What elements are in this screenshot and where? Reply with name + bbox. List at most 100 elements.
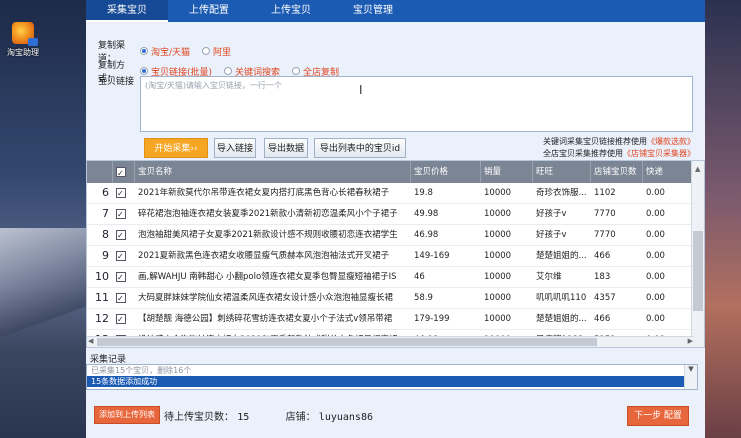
row-number: 9 xyxy=(102,249,109,262)
log-list: 已采集15个宝贝，删除16个 15条数据添加成功 ▼ xyxy=(86,364,698,390)
product-shop-count: 4357 xyxy=(594,293,616,303)
product-sales: 10000 xyxy=(484,230,512,240)
hint-keyword-link[interactable]: 《爆款选款》 xyxy=(647,137,695,146)
table-hscrollbar[interactable]: ◀ ▶ xyxy=(87,336,694,347)
desktop-right xyxy=(705,0,741,438)
table-row[interactable]: 9 2021夏新款黑色连衣裙女收腰显瘦气质赫本风泡泡袖法式开叉裙子 149-169 1… xyxy=(87,246,704,267)
text-cursor-icon: I xyxy=(359,83,363,97)
checkbox-checked-icon[interactable] xyxy=(116,289,126,308)
export-ids-button[interactable]: 导出列表中的宝贝id xyxy=(314,138,406,158)
log-line[interactable]: 已采集15个宝贝，删除16个 xyxy=(87,365,697,376)
header-price[interactable]: 宝贝价格 xyxy=(411,161,481,183)
product-name: 2021夏新款黑色连衣裙女收腰显瘦气质赫本风泡泡袖法式开叉裙子 xyxy=(138,251,390,261)
checkbox-checked-icon[interactable] xyxy=(116,184,126,203)
header-wangwang[interactable]: 旺旺 xyxy=(533,161,591,183)
table-row[interactable]: 11 大码夏胖妹妹学院仙女裙温柔风连衣裙女设计感小众泡泡袖显瘦长裙 58.9 1000… xyxy=(87,288,704,309)
product-shipping: 0.00 xyxy=(646,314,665,324)
link-label-row: 宝贝链接 xyxy=(98,74,140,87)
table-row[interactable]: 6 2021年新款莫代尔吊带连衣裙女夏内搭打底黑色背心长裙春秋裙子 19.8 1000… xyxy=(87,183,704,204)
header-sales[interactable]: 销量 xyxy=(481,161,533,183)
product-price: 19.8 xyxy=(414,188,433,198)
tab-upload[interactable]: 上传宝贝 xyxy=(250,0,332,22)
radio-dot-icon xyxy=(140,47,148,55)
row-checkbox[interactable] xyxy=(113,288,135,308)
product-shipping: 0.00 xyxy=(646,293,665,303)
tab-upload-config[interactable]: 上传配置 xyxy=(168,0,250,22)
radio-dot-icon xyxy=(140,67,148,75)
product-price: 49.98 xyxy=(414,209,439,219)
radio-dot-icon xyxy=(292,67,301,75)
radio-dot-icon xyxy=(202,47,211,55)
row-checkbox[interactable] xyxy=(113,246,135,266)
table-hscroll-thumb[interactable] xyxy=(97,338,597,346)
checkbox-checked-icon[interactable] xyxy=(116,205,126,224)
header-shipping[interactable]: 快递 xyxy=(643,161,692,183)
app-shortcut-icon xyxy=(12,22,38,46)
scroll-up-icon[interactable]: ▲ xyxy=(695,165,700,173)
import-links-button[interactable]: 导入链接 xyxy=(214,138,256,158)
product-shop-count: 1102 xyxy=(594,188,616,198)
checkbox-checked-icon[interactable] xyxy=(116,268,126,287)
link-label: 宝贝链接 xyxy=(98,77,135,87)
table-row[interactable]: 10 画,解WAHJU 南韩甜心 小翻polo领连衣裙女夏季包臀显瘦短袖裙子IS 4… xyxy=(87,267,704,288)
product-wangwang: 好孩子v xyxy=(536,209,567,219)
log-scrollbar[interactable]: ▼ xyxy=(684,365,697,389)
link-placeholder: (淘宝/天猫)请输入宝贝链接，一行一个 xyxy=(145,81,282,90)
checkbox-checked-icon[interactable] xyxy=(116,247,126,266)
start-collect-button[interactable]: 开始采集›› xyxy=(144,138,208,158)
table-row[interactable]: 12 【胡楚靓 海德公园】刺绣碎花雪纺连衣裙女夏小个子法式v领吊带裙 179-199… xyxy=(87,309,704,330)
export-data-button[interactable]: 导出数据 xyxy=(264,138,308,158)
header-name[interactable]: 宝贝名称 xyxy=(135,161,411,183)
table-vscrollbar[interactable]: ▲ xyxy=(691,161,704,347)
scroll-right-icon[interactable]: ▶ xyxy=(688,337,693,345)
top-nav: 采集宝贝 上传配置 上传宝贝 宝贝管理 xyxy=(86,0,705,22)
product-shipping: 0.00 xyxy=(646,230,665,240)
header-num xyxy=(87,161,113,183)
product-price: 179-199 xyxy=(414,314,450,324)
table-header: 宝贝名称 宝贝价格 销量 旺旺 店铺宝贝数 快递 xyxy=(87,161,704,183)
product-wangwang: 叽叽叽叽110 xyxy=(536,293,587,303)
product-sales: 10000 xyxy=(484,209,512,219)
product-wangwang: 楚楚姐姐的... xyxy=(536,314,587,324)
product-sales: 10000 xyxy=(484,251,512,261)
shop-label: 店铺： xyxy=(285,412,316,423)
desktop-left xyxy=(0,0,86,438)
product-price: 58.9 xyxy=(414,293,433,303)
hint-shop-link[interactable]: 《店铺宝贝采集器》 xyxy=(623,149,695,158)
product-wangwang: 艾尔维 xyxy=(536,272,562,282)
product-name: 泡泡袖甜美风裙子女夏季2021新款设计感不规则收腰初恋连衣裙学生 xyxy=(138,230,398,240)
scroll-left-icon[interactable]: ◀ xyxy=(88,337,93,345)
select-all-checkbox[interactable] xyxy=(116,163,126,183)
row-checkbox[interactable] xyxy=(113,204,135,224)
row-checkbox[interactable] xyxy=(113,309,135,329)
product-shop-count: 466 xyxy=(594,251,611,261)
row-number: 7 xyxy=(102,207,109,220)
product-wangwang: 奇珍衣饰服... xyxy=(536,188,587,198)
row-number: 12 xyxy=(95,312,109,325)
log-line-selected[interactable]: 15条数据添加成功 xyxy=(87,376,697,387)
row-checkbox[interactable] xyxy=(113,267,135,287)
checkbox-checked-icon[interactable] xyxy=(116,226,126,245)
row-checkbox[interactable] xyxy=(113,225,135,245)
product-price: 149-169 xyxy=(414,251,450,261)
tab-collect[interactable]: 采集宝贝 xyxy=(86,0,168,22)
scroll-down-icon[interactable]: ▼ xyxy=(688,365,693,373)
app-window: 采集宝贝 上传配置 上传宝贝 宝贝管理 复制渠道： 淘宝/天猫 阿里 复制方式：… xyxy=(86,0,705,438)
table-row[interactable]: 8 泡泡袖甜美风裙子女夏季2021新款设计感不规则收腰初恋连衣裙学生 46.98 10… xyxy=(87,225,704,246)
product-name: 【胡楚靓 海德公园】刺绣碎花雪纺连衣裙女夏小个子法式v领吊带裙 xyxy=(138,314,393,324)
desktop-shortcut[interactable]: 淘宝助理 xyxy=(6,22,40,58)
checkbox-checked-icon[interactable] xyxy=(116,310,126,329)
row-checkbox[interactable] xyxy=(113,183,135,203)
radio-ali[interactable]: 阿里 xyxy=(202,45,231,58)
table-vscroll-thumb[interactable] xyxy=(693,231,703,311)
add-to-upload-button[interactable]: 添加到上传列表 xyxy=(94,406,160,424)
table-row[interactable]: 7 碎花裙泡泡袖连衣裙女装夏季2021新款小清新初恋温柔风小个子裙子 49.98 10… xyxy=(87,204,704,225)
link-textarea[interactable]: (淘宝/天猫)请输入宝贝链接，一行一个 I xyxy=(140,76,693,132)
next-config-button[interactable]: 下一步 配置 xyxy=(627,406,689,426)
radio-taobao[interactable]: 淘宝/天猫 xyxy=(140,45,190,58)
tab-manage[interactable]: 宝贝管理 xyxy=(332,0,414,22)
product-price: 46 xyxy=(414,272,425,282)
header-shop-count[interactable]: 店铺宝贝数 xyxy=(591,161,643,183)
product-wangwang: 好孩子v xyxy=(536,230,567,240)
header-select-all[interactable] xyxy=(113,161,135,183)
